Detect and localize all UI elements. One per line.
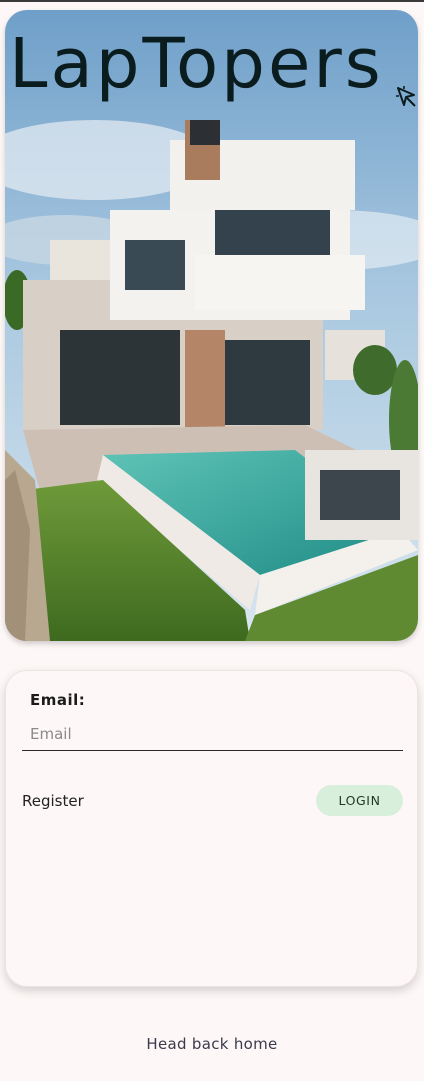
head-back-home-link[interactable]: Head back home [0,1035,424,1053]
top-border [0,0,424,2]
email-label: Email: [30,691,86,709]
login-card: Email: Register LOGIN [5,670,418,987]
hero-image-card: LapTopers [5,10,418,641]
brand-title: LapTopers [9,24,384,104]
login-button[interactable]: LOGIN [316,785,403,816]
email-input[interactable] [22,717,403,751]
register-link[interactable]: Register [22,792,84,810]
hero-photo [5,10,418,641]
sparkle-cursor-icon [396,86,416,107]
